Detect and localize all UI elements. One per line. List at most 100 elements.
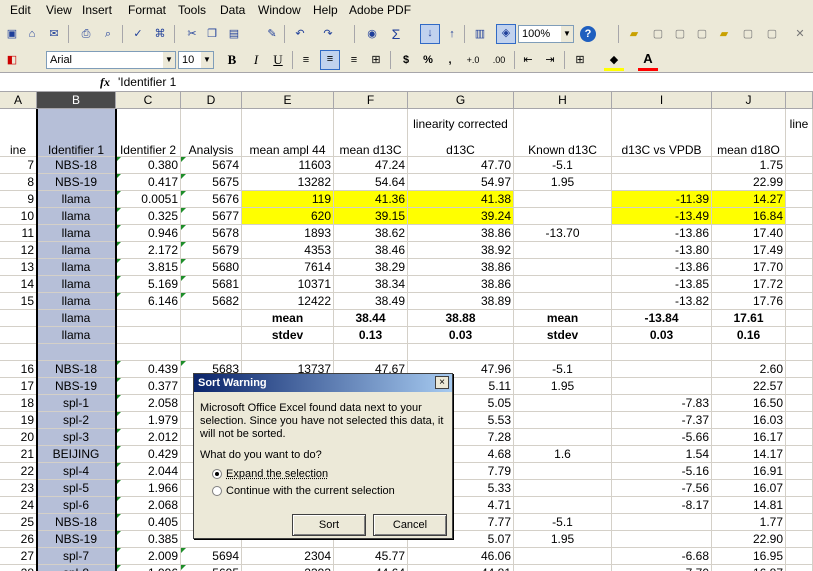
menu-adobe-pdf[interactable]: Adobe PDF — [349, 3, 411, 17]
table-cell[interactable]: 44.64 — [334, 565, 408, 571]
column-header-h[interactable]: H — [514, 92, 612, 109]
table-cell[interactable]: 1.95 — [514, 174, 612, 191]
column-header-b[interactable]: B — [37, 92, 116, 109]
table-cell[interactable]: 16.84 — [712, 208, 786, 225]
table-cell[interactable]: NBS-19 — [37, 174, 116, 191]
table-cell[interactable]: 38.46 — [334, 242, 408, 259]
decrease-decimal-button[interactable]: .00 — [488, 52, 510, 68]
table-cell[interactable]: llama — [37, 191, 116, 208]
table-cell[interactable]: 0.325 — [116, 208, 181, 225]
table-cell[interactable]: spl-7 — [37, 548, 116, 565]
table-cell[interactable]: 1.6 — [514, 446, 612, 463]
sort-descending-icon[interactable]: ↑ — [444, 26, 460, 42]
expand-selection-radio[interactable] — [212, 469, 222, 479]
align-left-icon[interactable]: ≡ — [298, 52, 314, 68]
row-number-cell[interactable]: 7 — [0, 157, 37, 174]
table-cell[interactable]: 0.377 — [116, 378, 181, 395]
table-cell[interactable] — [612, 514, 712, 531]
research-icon[interactable]: ⌘ — [152, 26, 168, 42]
table-cell[interactable]: 22.99 — [712, 174, 786, 191]
table-cell[interactable] — [514, 242, 612, 259]
menu-edit[interactable]: Edit — [10, 3, 31, 17]
table-cell[interactable]: -13.86 — [612, 259, 712, 276]
table-cell[interactable]: llama — [37, 242, 116, 259]
table-cell[interactable] — [786, 412, 813, 429]
row-number-cell[interactable]: 24 — [0, 497, 37, 514]
menu-help[interactable]: Help — [313, 3, 338, 17]
chevron-down-icon[interactable]: ▼ — [561, 26, 573, 42]
table-cell[interactable] — [514, 548, 612, 565]
table-cell[interactable]: -13.49 — [612, 208, 712, 225]
table-cell[interactable]: NBS-18 — [37, 514, 116, 531]
column-header-d[interactable]: D — [181, 92, 242, 109]
table-cell[interactable] — [786, 429, 813, 446]
table-cell[interactable]: 0.946 — [116, 225, 181, 242]
table-cell[interactable]: 0.429 — [116, 446, 181, 463]
menu-window[interactable]: Window — [258, 3, 301, 17]
table-cell[interactable]: 5681 — [181, 276, 242, 293]
review-icon-3[interactable]: ▢ — [694, 26, 710, 42]
table-cell[interactable]: 0.439 — [116, 361, 181, 378]
table-cell[interactable]: stdev — [514, 327, 612, 344]
row-number-cell[interactable]: 28 — [0, 565, 37, 571]
review-icon-5[interactable]: ▢ — [740, 26, 756, 42]
menu-insert[interactable]: Insert — [82, 3, 112, 17]
table-cell[interactable] — [786, 378, 813, 395]
table-cell[interactable]: 38.34 — [334, 276, 408, 293]
table-cell[interactable]: -7.83 — [612, 395, 712, 412]
table-cell[interactable]: 13282 — [242, 174, 334, 191]
table-cell[interactable] — [786, 463, 813, 480]
table-cell[interactable]: llama — [37, 208, 116, 225]
table-cell[interactable]: llama — [37, 327, 116, 344]
increase-decimal-button[interactable]: +.0 — [462, 52, 484, 68]
table-cell[interactable]: 41.36 — [334, 191, 408, 208]
table-cell[interactable] — [514, 293, 612, 310]
borders-icon[interactable]: ⊞ — [572, 52, 588, 68]
table-cell[interactable]: 38.88 — [408, 310, 514, 327]
table-cell[interactable]: 6.146 — [116, 293, 181, 310]
table-cell[interactable]: mean — [242, 310, 334, 327]
print-icon[interactable]: ⎙ — [78, 26, 94, 42]
table-cell[interactable]: 44.81 — [408, 565, 514, 571]
table-cell[interactable]: 3.815 — [116, 259, 181, 276]
table-cell[interactable] — [786, 191, 813, 208]
continue-selection-label[interactable]: Continue with the current selection — [226, 485, 395, 497]
table-cell[interactable]: 38.29 — [334, 259, 408, 276]
table-cell[interactable]: 7614 — [242, 259, 334, 276]
table-cell[interactable]: 47.70 — [408, 157, 514, 174]
table-cell[interactable]: 2.068 — [116, 497, 181, 514]
chevron-down-icon[interactable]: ▼ — [201, 52, 213, 68]
row-number-cell[interactable]: 15 — [0, 293, 37, 310]
continue-selection-radio[interactable] — [212, 486, 222, 496]
table-cell[interactable]: 5678 — [181, 225, 242, 242]
decrease-indent-icon[interactable]: ⇤ — [520, 52, 536, 68]
table-cell[interactable]: llama — [37, 225, 116, 242]
table-cell[interactable]: 39.24 — [408, 208, 514, 225]
column-header-f[interactable]: F — [334, 92, 408, 109]
table-cell[interactable] — [514, 463, 612, 480]
table-cell[interactable]: -8.17 — [612, 497, 712, 514]
row-number-cell[interactable]: 17 — [0, 378, 37, 395]
table-cell[interactable]: 17.49 — [712, 242, 786, 259]
table-cell[interactable]: spl-2 — [37, 412, 116, 429]
row-number-cell[interactable]: 21 — [0, 446, 37, 463]
table-cell[interactable]: -11.39 — [612, 191, 712, 208]
table-cell[interactable]: 0.16 — [712, 327, 786, 344]
row-number-cell[interactable]: 13 — [0, 259, 37, 276]
font-color-button[interactable]: A — [640, 51, 656, 67]
table-cell[interactable]: stdev — [242, 327, 334, 344]
table-cell[interactable]: 0.380 — [116, 157, 181, 174]
row-number-cell[interactable] — [0, 344, 37, 361]
spelling-icon[interactable]: ✓ — [130, 26, 146, 42]
align-center-icon[interactable]: ≡ — [320, 50, 340, 70]
table-cell[interactable]: 0.13 — [334, 327, 408, 344]
table-cell[interactable]: 0.0051 — [116, 191, 181, 208]
table-cell[interactable]: llama — [37, 293, 116, 310]
merge-center-icon[interactable]: ⊞ — [368, 52, 384, 68]
table-cell[interactable] — [786, 531, 813, 548]
email-icon[interactable]: ✉ — [46, 26, 62, 42]
table-cell[interactable]: 2.60 — [712, 361, 786, 378]
table-cell[interactable]: -7.37 — [612, 412, 712, 429]
table-cell[interactable]: 16.03 — [712, 412, 786, 429]
table-cell[interactable]: 22.57 — [712, 378, 786, 395]
